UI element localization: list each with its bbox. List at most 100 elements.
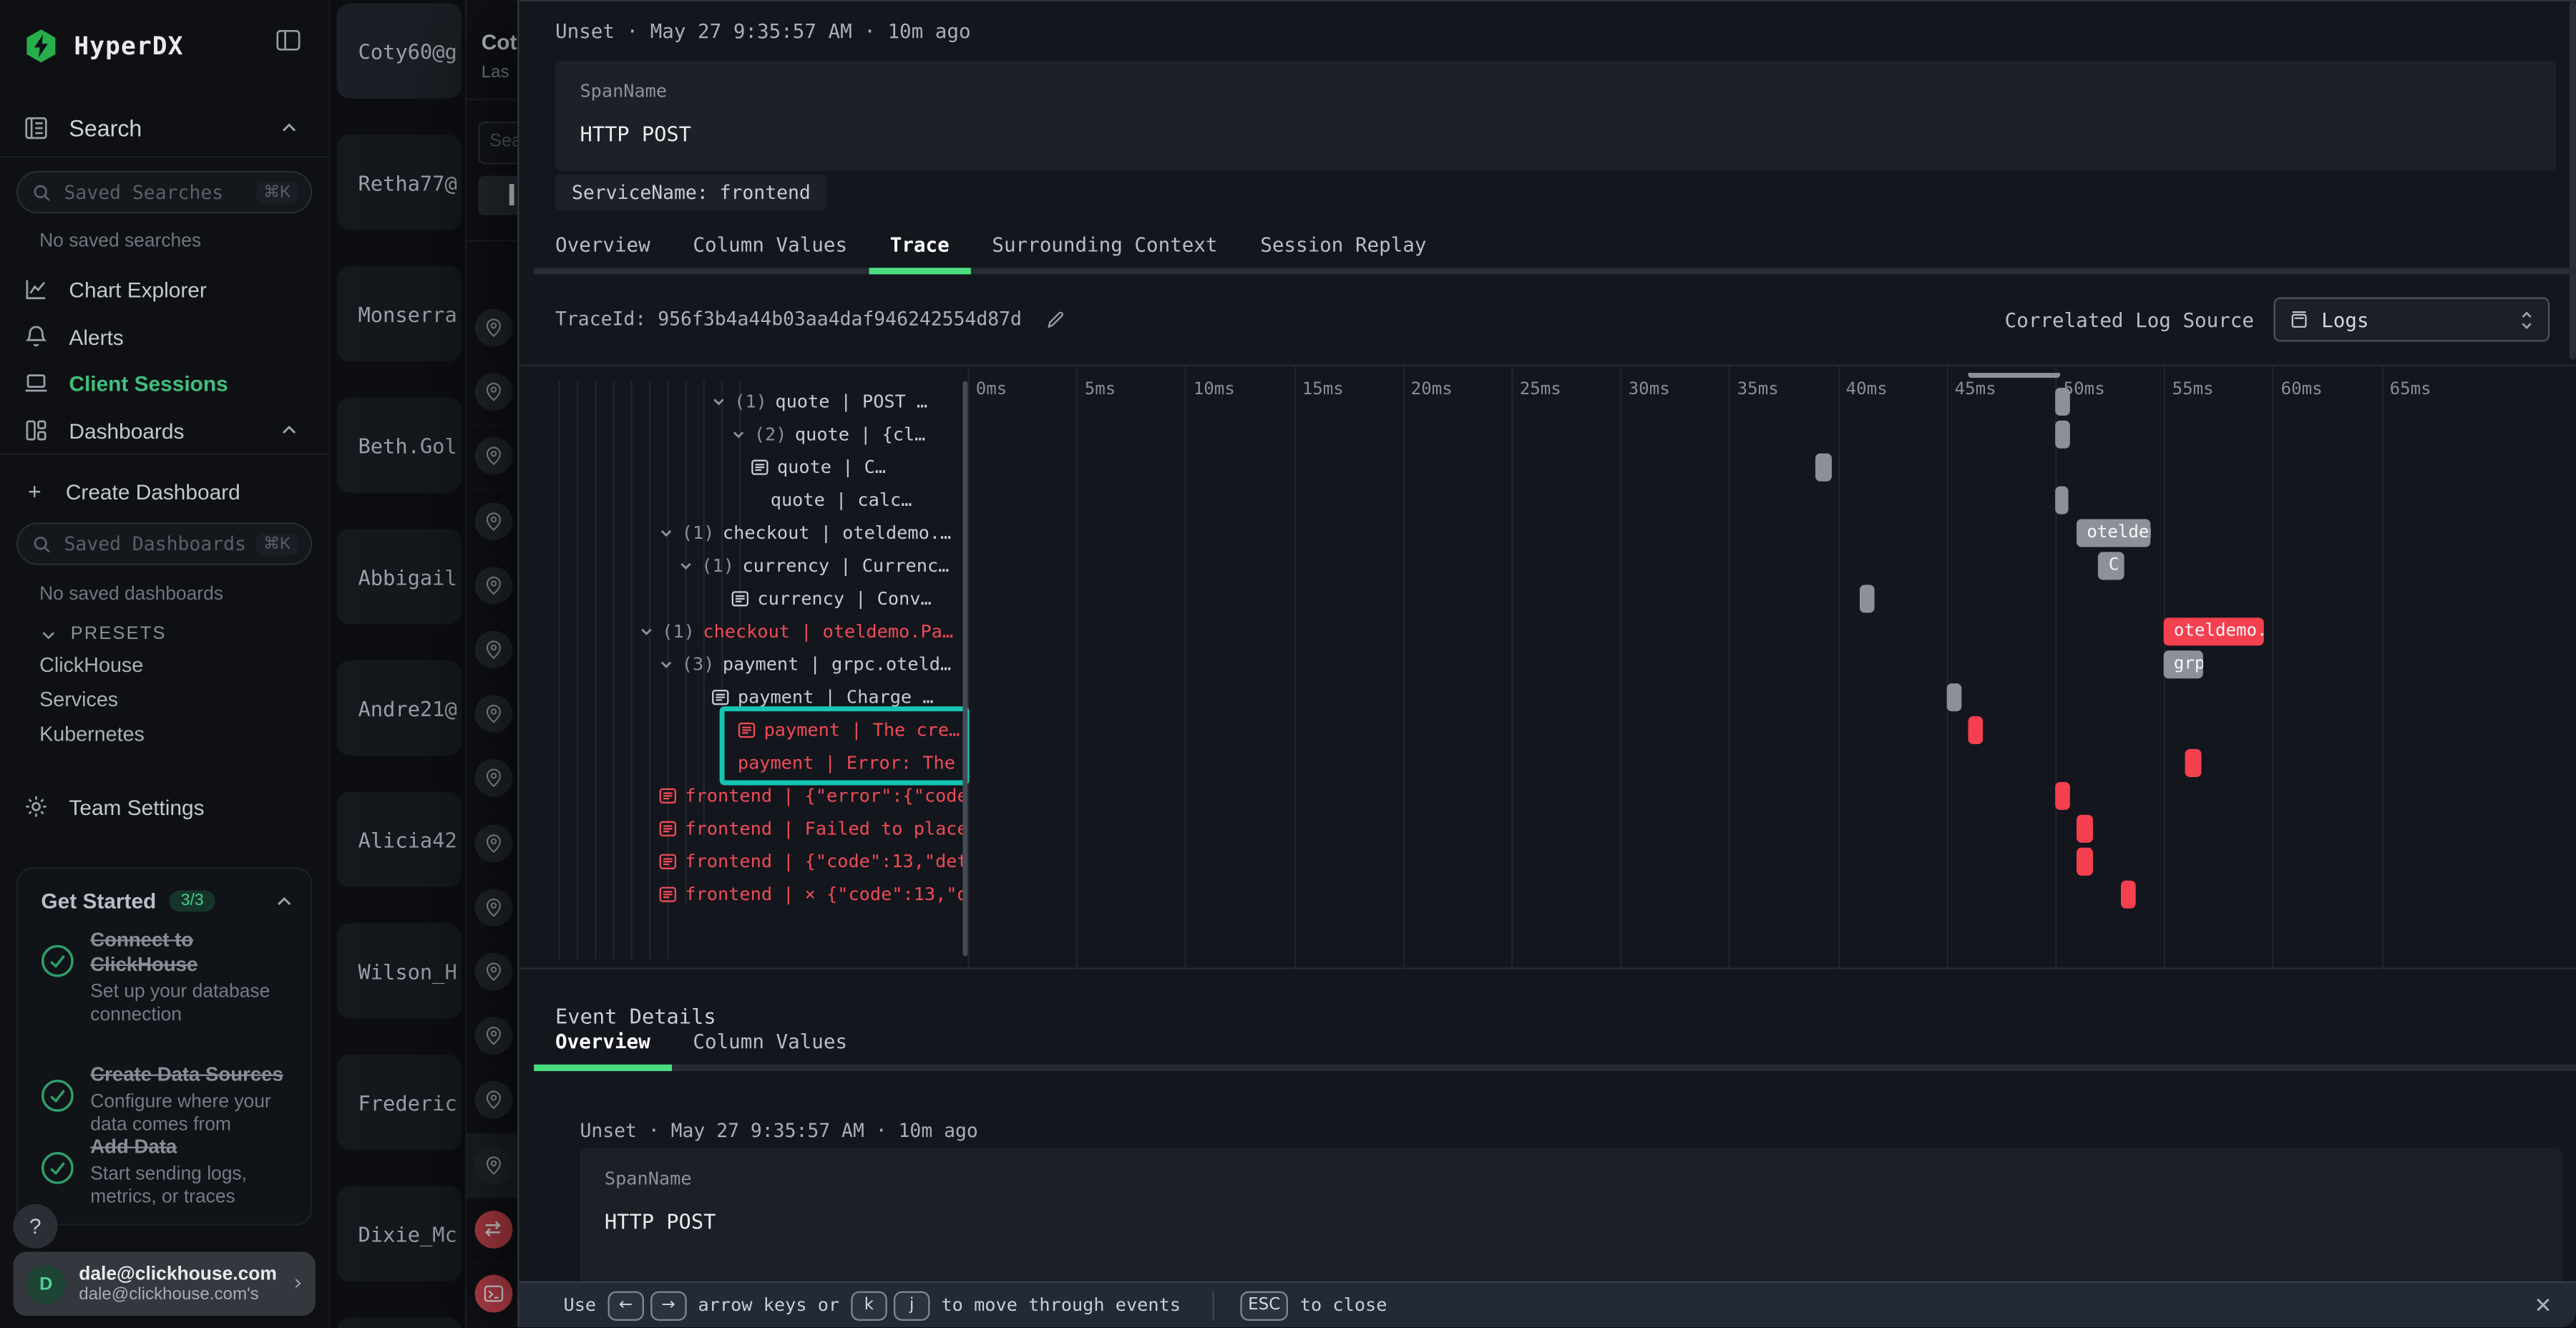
chevron-down-icon[interactable] bbox=[731, 426, 746, 441]
session-card[interactable]: Coty60@g bbox=[337, 4, 462, 99]
sidebar-item-search[interactable]: Search bbox=[0, 109, 328, 148]
span-duration-bar[interactable] bbox=[2055, 781, 2070, 809]
session-event[interactable] bbox=[467, 489, 519, 555]
session-event[interactable] bbox=[467, 424, 519, 490]
session-event[interactable] bbox=[467, 1197, 519, 1263]
collapse-sidebar-icon[interactable] bbox=[274, 26, 302, 54]
get-started-step[interactable]: Add DataStart sending logs, metrics, or … bbox=[38, 1135, 298, 1209]
tab-surrounding-context[interactable]: Surrounding Context bbox=[971, 222, 1239, 268]
trace-span-row[interactable]: (3)payment | grpc.oteld… bbox=[555, 648, 965, 680]
sidebar-item-alerts[interactable]: Alerts bbox=[0, 317, 328, 356]
tab-overview[interactable]: Overview bbox=[534, 1018, 671, 1064]
service-name-chip[interactable]: ServiceName: frontend bbox=[555, 174, 827, 210]
chevron-down-icon[interactable] bbox=[639, 623, 654, 638]
span-duration-bar[interactable] bbox=[2055, 387, 2070, 415]
span-duration-bar[interactable] bbox=[2077, 814, 2092, 842]
session-event[interactable] bbox=[467, 746, 519, 812]
session-search-input[interactable]: Sea bbox=[478, 122, 519, 165]
span-duration-bar[interactable] bbox=[2077, 847, 2092, 875]
trace-span-row[interactable]: (1)checkout | oteldemo.… bbox=[555, 516, 965, 549]
session-card[interactable]: Retha77@ bbox=[337, 135, 462, 230]
get-started-step[interactable]: Connect to ClickHouseSet up your databas… bbox=[38, 928, 298, 1027]
chevron-down-icon[interactable] bbox=[659, 656, 674, 671]
trace-span-row[interactable]: (1)checkout | oteldemo.Pa… bbox=[555, 615, 965, 648]
trace-log-row[interactable]: currency | Conv… bbox=[555, 582, 965, 615]
session-action-button[interactable] bbox=[478, 176, 519, 215]
presets-toggle[interactable]: PRESETS bbox=[16, 615, 345, 654]
trace-log-row[interactable]: frontend | × {"code":13,"d… bbox=[555, 877, 965, 910]
trace-span-row[interactable]: (1)quote | POST … bbox=[555, 384, 965, 417]
edit-trace-icon[interactable] bbox=[1045, 308, 1066, 329]
session-event[interactable] bbox=[467, 682, 519, 748]
saved-dashboards-input[interactable]: Saved Dashboards ⌘K bbox=[16, 522, 312, 565]
span-duration-bar[interactable] bbox=[2055, 485, 2068, 513]
session-event[interactable] bbox=[467, 939, 519, 1005]
user-menu[interactable]: D dale@clickhouse.com dale@clickhouse.co… bbox=[13, 1251, 315, 1316]
session-event[interactable] bbox=[467, 1261, 519, 1327]
preset-item-services[interactable]: Services bbox=[39, 688, 118, 711]
close-icon[interactable]: ✕ bbox=[2527, 1289, 2560, 1322]
session-event[interactable] bbox=[467, 296, 519, 361]
session-event[interactable] bbox=[467, 1133, 519, 1198]
sidebar-item-chart-explorer[interactable]: Chart Explorer bbox=[0, 270, 328, 309]
session-event[interactable] bbox=[467, 875, 519, 941]
span-duration-bar[interactable] bbox=[2120, 879, 2135, 907]
trace-log-row[interactable]: quote | C… bbox=[555, 450, 965, 483]
span-duration-bar[interactable]: oteldemo bbox=[2077, 518, 2151, 546]
tab-trace[interactable]: Trace bbox=[869, 222, 971, 268]
trace-span-row[interactable]: (1)currency | Currenc… bbox=[555, 549, 965, 582]
tree-scrollbar[interactable] bbox=[962, 381, 967, 957]
session-event[interactable] bbox=[467, 1068, 519, 1134]
chevron-up-icon[interactable] bbox=[274, 892, 294, 912]
trace-span-row[interactable]: quote | calc… bbox=[555, 483, 965, 516]
session-event[interactable] bbox=[467, 553, 519, 619]
session-card[interactable]: Frederic bbox=[337, 1055, 462, 1150]
tab-session-replay[interactable]: Session Replay bbox=[1239, 222, 1448, 268]
session-card[interactable]: Dixie_Mc bbox=[337, 1186, 462, 1281]
session-card[interactable]: Beth.Gol bbox=[337, 398, 462, 493]
sidebar-item-team-settings[interactable]: Team Settings bbox=[0, 787, 328, 826]
tab-column-values[interactable]: Column Values bbox=[672, 222, 869, 268]
span-duration-bar[interactable] bbox=[1860, 584, 1875, 612]
sidebar-item-dashboards[interactable]: Dashboards bbox=[0, 411, 328, 450]
chevron-down-icon[interactable] bbox=[711, 394, 726, 409]
session-card[interactable]: Monserra bbox=[337, 266, 462, 361]
span-duration-bar[interactable] bbox=[1946, 683, 1961, 711]
session-event[interactable] bbox=[467, 617, 519, 683]
session-event[interactable] bbox=[467, 811, 519, 877]
trace-span-row[interactable]: (2)quote | {cl… bbox=[555, 417, 965, 450]
trace-log-row[interactable]: frontend | Failed to place… bbox=[555, 811, 965, 844]
preset-item-clickhouse[interactable]: ClickHouse bbox=[39, 654, 143, 677]
tab-overview[interactable]: Overview bbox=[534, 222, 671, 268]
help-button[interactable]: ? bbox=[13, 1204, 57, 1249]
partial-span-bar bbox=[1968, 373, 2060, 378]
span-duration-bar[interactable]: C bbox=[2099, 551, 2124, 579]
saved-searches-input[interactable]: Saved Searches ⌘K bbox=[16, 171, 312, 214]
session-card[interactable]: Andre21@ bbox=[337, 660, 462, 756]
session-event[interactable] bbox=[467, 360, 519, 426]
chevron-down-icon[interactable] bbox=[659, 525, 674, 540]
span-duration-bar[interactable] bbox=[1816, 453, 1831, 481]
span-duration-bar[interactable] bbox=[1968, 716, 1984, 743]
session-event[interactable] bbox=[467, 1004, 519, 1070]
span-duration-bar[interactable]: grp bbox=[2164, 650, 2203, 678]
session-card[interactable] bbox=[337, 1317, 462, 1328]
chevron-up-icon[interactable] bbox=[279, 421, 299, 441]
panel-scrollbar[interactable] bbox=[2570, 1, 2576, 360]
trace-log-row[interactable]: frontend | {"code":13,"det… bbox=[555, 844, 965, 877]
tab-column-values[interactable]: Column Values bbox=[672, 1018, 869, 1064]
session-card[interactable]: Alicia42 bbox=[337, 792, 462, 887]
chevron-up-icon[interactable] bbox=[279, 118, 299, 138]
create-dashboard-button[interactable]: + Create Dashboard bbox=[0, 472, 328, 511]
get-started-step[interactable]: Create Data SourcesConfigure where your … bbox=[38, 1063, 298, 1136]
session-card[interactable]: Abbigail bbox=[337, 529, 462, 624]
session-card[interactable]: Wilson_H bbox=[337, 923, 462, 1018]
span-duration-bar[interactable] bbox=[2186, 748, 2201, 776]
span-duration-bar[interactable] bbox=[2055, 420, 2070, 448]
gridline bbox=[2381, 366, 2383, 967]
log-source-select[interactable]: Logs bbox=[2274, 298, 2550, 342]
sidebar-item-client-sessions[interactable]: Client Sessions bbox=[0, 363, 328, 402]
span-duration-bar[interactable]: oteldemo. bbox=[2164, 617, 2264, 645]
preset-item-kubernetes[interactable]: Kubernetes bbox=[39, 723, 145, 746]
chevron-down-icon[interactable] bbox=[678, 557, 693, 572]
